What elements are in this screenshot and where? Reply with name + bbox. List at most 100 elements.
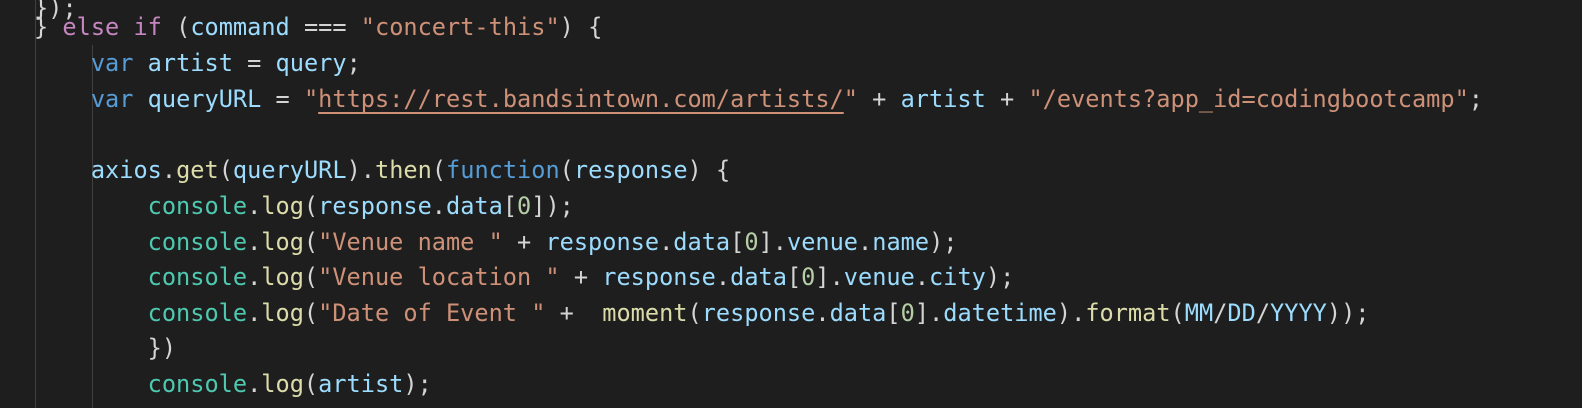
code-editor[interactable]: }); } else if (command === "concert-this"… (0, 0, 1582, 408)
code-token: ]. (758, 228, 787, 256)
code-token: + (857, 85, 901, 113)
url-link[interactable]: https://rest.bandsintown.com/artists/ (318, 85, 844, 113)
code-token: data (673, 228, 731, 256)
code-token: ( (687, 299, 702, 327)
code-token: + (559, 263, 603, 291)
code-token: . (914, 263, 930, 291)
code-token: = (232, 49, 276, 77)
code-token: . (815, 299, 830, 327)
code-token: . (659, 228, 674, 256)
code-line[interactable]: axios.get(queryURL).then(function(respon… (34, 152, 730, 188)
code-token: var (90, 49, 134, 77)
code-token: ). (346, 156, 375, 184)
code-token: ( (303, 370, 319, 398)
code-token: format (1085, 299, 1171, 327)
code-token: + (502, 228, 546, 256)
code-token: ) { (687, 156, 731, 184)
code-token: name (872, 228, 930, 256)
code-token: " (843, 85, 858, 113)
code-token: ( (1170, 299, 1185, 327)
code-token: YYYY (1270, 299, 1327, 327)
code-token: = (261, 85, 304, 113)
code-token: venue (786, 228, 859, 256)
code-token: "Venue location " (318, 263, 560, 291)
code-token: ( (431, 156, 447, 184)
code-line[interactable]: console.log("Date of Event " + moment(re… (34, 295, 1370, 331)
code-token: . (247, 370, 262, 398)
code-token: ( (303, 192, 319, 220)
code-token: log (261, 263, 304, 291)
code-line[interactable]: console.log("Venue name " + response.dat… (34, 224, 958, 260)
code-token: function (446, 156, 560, 184)
code-token: + (985, 85, 1029, 113)
code-token: ). (1056, 299, 1086, 327)
code-token: . (715, 263, 731, 291)
code-token: datetime (943, 299, 1057, 327)
code-token: 0 (517, 192, 532, 220)
code-token: . (247, 192, 262, 220)
code-token: === (289, 13, 361, 41)
code-token: ( (303, 263, 319, 291)
code-token: ( (161, 13, 191, 41)
code-token: queryURL (232, 156, 347, 184)
code-token: ( (303, 299, 319, 327)
code-line[interactable]: } else if (command === "concert-this") { (34, 9, 602, 45)
code-token: get (176, 156, 219, 184)
code-token: . (247, 299, 262, 327)
code-token: . (247, 263, 262, 291)
code-token: [ (886, 299, 901, 327)
code-token: ]); (531, 192, 574, 220)
code-token: response (701, 299, 816, 327)
code-token: console (147, 192, 248, 220)
code-token: "/events?app_id=codingbootcamp" (1028, 85, 1469, 113)
code-line[interactable]: console.log("Venue location " + response… (34, 259, 1015, 295)
code-token: 0 (900, 299, 915, 327)
code-line[interactable]: console.log(response.data[0]); (34, 188, 574, 224)
code-token: "concert-this" (360, 13, 560, 41)
code-token: . (161, 156, 177, 184)
code-token: response (602, 263, 716, 291)
code-line[interactable]: var artist = query; (34, 45, 361, 81)
code-token: queryURL (147, 85, 262, 113)
code-token: data (446, 192, 503, 220)
code-token: } (34, 13, 63, 41)
code-token: artist (900, 85, 986, 113)
code-token: city (929, 263, 986, 291)
code-line[interactable]: }) (34, 330, 176, 366)
code-token: artist (147, 49, 233, 77)
code-token: [ (730, 228, 745, 256)
code-token: data (730, 263, 787, 291)
code-token: MM (1184, 299, 1214, 327)
code-token: venue (843, 263, 915, 291)
code-token: DD (1227, 299, 1256, 327)
code-token: ( (559, 156, 574, 184)
code-token: [ (502, 192, 518, 220)
code-token: then (374, 156, 432, 184)
code-token: response (545, 228, 660, 256)
code-token: + (545, 299, 603, 327)
code-token: log (261, 192, 304, 220)
code-token: log (261, 228, 304, 256)
code-token: data (829, 299, 887, 327)
code-token: ; (1468, 85, 1483, 113)
code-token: artist (318, 370, 404, 398)
code-token: moment (602, 299, 688, 327)
code-token: [ (786, 263, 802, 291)
code-token: "Venue name " (318, 228, 503, 256)
code-token: 0 (801, 263, 816, 291)
code-token: console (147, 228, 248, 256)
code-token: )); (1326, 299, 1370, 327)
code-line[interactable]: var queryURL = "https://rest.bandsintown… (34, 81, 1483, 117)
code-token: }) (147, 334, 177, 362)
code-line[interactable]: console.log(artist); (34, 366, 432, 402)
code-token: ]. (815, 263, 844, 291)
code-token: ); (403, 370, 432, 398)
code-token: ( (303, 228, 319, 256)
